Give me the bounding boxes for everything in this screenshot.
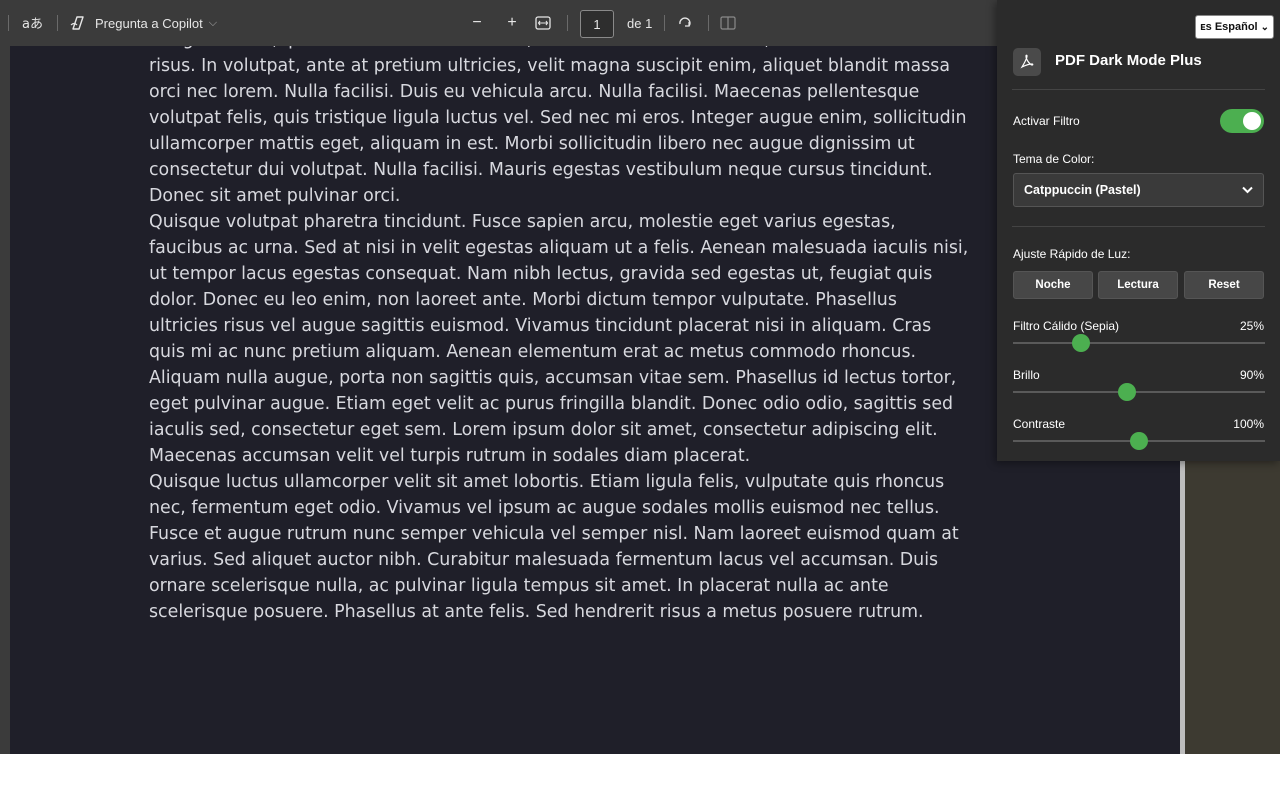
theme-label: Tema de Color: bbox=[1013, 152, 1095, 166]
brightness-label: Brillo bbox=[1013, 368, 1040, 382]
divider bbox=[1012, 226, 1265, 227]
document-line: varius. Sed aliquet auctor nibh. Curabit… bbox=[149, 550, 939, 570]
page-total-label: de 1 bbox=[627, 15, 653, 31]
toolbar-divider bbox=[664, 15, 665, 31]
document-line: Quisque luctus ullamcorper velit sit ame… bbox=[149, 472, 945, 492]
toggle-knob bbox=[1243, 112, 1261, 130]
page-number-input[interactable]: 1 bbox=[580, 10, 614, 38]
slider-thumb[interactable] bbox=[1118, 383, 1137, 401]
brightness-slider[interactable] bbox=[1013, 383, 1265, 401]
toolbar-divider bbox=[567, 15, 568, 31]
toolbar-divider bbox=[708, 15, 709, 31]
rotate-icon[interactable] bbox=[672, 0, 698, 46]
sepia-label: Filtro Cálido (Sepia) bbox=[1013, 319, 1120, 333]
document-line: ullamcorper mattis eget, aliquam in est.… bbox=[149, 134, 915, 154]
chevron-down-icon: ⌵ bbox=[208, 16, 218, 29]
contrast-label: Contraste bbox=[1013, 417, 1066, 431]
document-line: iaculis sed, consectetur eget sem. Lorem… bbox=[149, 420, 938, 440]
divider bbox=[1012, 89, 1265, 90]
brightness-value: 90% bbox=[1239, 368, 1264, 382]
filter-label: Activar Filtro bbox=[1013, 114, 1080, 128]
contrast-slider[interactable] bbox=[1013, 432, 1265, 450]
svg-text:aあ: aあ bbox=[22, 17, 42, 30]
copilot-icon bbox=[68, 13, 88, 33]
quick-adjust-label: Ajuste Rápido de Luz: bbox=[1013, 247, 1131, 261]
document-line: Aliquam nulla augue, porta non sagittis … bbox=[149, 368, 957, 388]
contrast-value: 100% bbox=[1233, 417, 1264, 431]
document-line: Donec sit amet pulvinar orci. bbox=[149, 186, 401, 206]
night-button[interactable]: Noche bbox=[1013, 271, 1093, 299]
two-page-view-icon[interactable] bbox=[715, 0, 741, 46]
theme-select[interactable]: Catppuccin (Pastel) bbox=[1013, 173, 1264, 207]
read-aloud-icon[interactable]: aあ bbox=[17, 0, 47, 46]
document-line: ultricies risus vel augue sagittis euism… bbox=[149, 316, 932, 336]
chevron-down-icon: ⌄ bbox=[1260, 21, 1269, 33]
page-text: Integer mattis, ipsum a tincidunt commod… bbox=[149, 46, 1049, 625]
document-line: volutpat felis, quis tristique ligula lu… bbox=[149, 108, 967, 128]
sepia-slider[interactable] bbox=[1013, 334, 1265, 352]
document-line: nec, fermentum eget odio. Vivamus vel ip… bbox=[149, 498, 940, 518]
toolbar-divider bbox=[57, 15, 58, 31]
sepia-value: 25% bbox=[1239, 319, 1264, 333]
popup-title: PDF Dark Mode Plus bbox=[1055, 52, 1202, 69]
toolbar-divider bbox=[8, 15, 9, 31]
zoom-out-button[interactable]: − bbox=[464, 0, 490, 46]
filter-toggle[interactable] bbox=[1220, 109, 1264, 133]
fit-page-icon[interactable] bbox=[530, 0, 556, 46]
theme-select-value: Catppuccin (Pastel) bbox=[1024, 183, 1141, 197]
document-line: Fusce et augue rutrum nunc semper vehicu… bbox=[149, 524, 959, 544]
document-line: orci nec lorem. Nulla facilisi. Duis eu … bbox=[149, 82, 920, 102]
document-line: Quisque volutpat pharetra tincidunt. Fus… bbox=[149, 212, 896, 232]
copilot-label: Pregunta a Copilot bbox=[95, 15, 203, 31]
document-line: ut tempor lacus egestas consequat. Nam n… bbox=[149, 264, 933, 284]
document-line: dolor. Donec eu leo enim, non laoreet an… bbox=[149, 290, 897, 310]
document-line: ornare scelerisque nulla, ac pulvinar li… bbox=[149, 576, 889, 596]
page-gutter bbox=[0, 46, 10, 754]
reset-button[interactable]: Reset bbox=[1184, 271, 1264, 299]
pdf-logo-icon bbox=[1013, 48, 1041, 76]
document-line: faucibus ac urna. Sed at nisi in velit e… bbox=[149, 238, 969, 258]
document-line: Maecenas accumsan velit vel turpis rutru… bbox=[149, 446, 751, 466]
slider-thumb[interactable] bbox=[1130, 432, 1148, 450]
document-line: Integer mattis, ipsum a tincidunt commod… bbox=[149, 46, 1049, 53]
chevron-down-icon bbox=[1242, 183, 1253, 197]
language-select[interactable]: ᴇs Español ⌄ bbox=[1195, 15, 1274, 39]
document-line: eget pulvinar augue. Etiam eget velit ac… bbox=[149, 394, 954, 414]
slider-thumb[interactable] bbox=[1071, 334, 1090, 352]
document-line: scelerisque posuere. Phasellus at ante f… bbox=[149, 602, 924, 622]
reading-button[interactable]: Lectura bbox=[1098, 271, 1178, 299]
zoom-in-button[interactable]: + bbox=[499, 0, 525, 46]
document-line: quis mi ac nunc pretium aliquam. Aenean … bbox=[149, 342, 917, 362]
document-line: consectetur dui volutpat. Nulla facilisi… bbox=[149, 160, 933, 180]
language-select-value: ᴇs Español bbox=[1200, 21, 1258, 33]
extension-popup: ᴇs Español ⌄ PDF Dark Mode Plus Activar … bbox=[997, 0, 1280, 461]
copilot-button[interactable]: Pregunta a Copilot ⌵ bbox=[68, 0, 217, 46]
document-line: risus. In volutpat, ante at pretium ultr… bbox=[149, 56, 950, 76]
